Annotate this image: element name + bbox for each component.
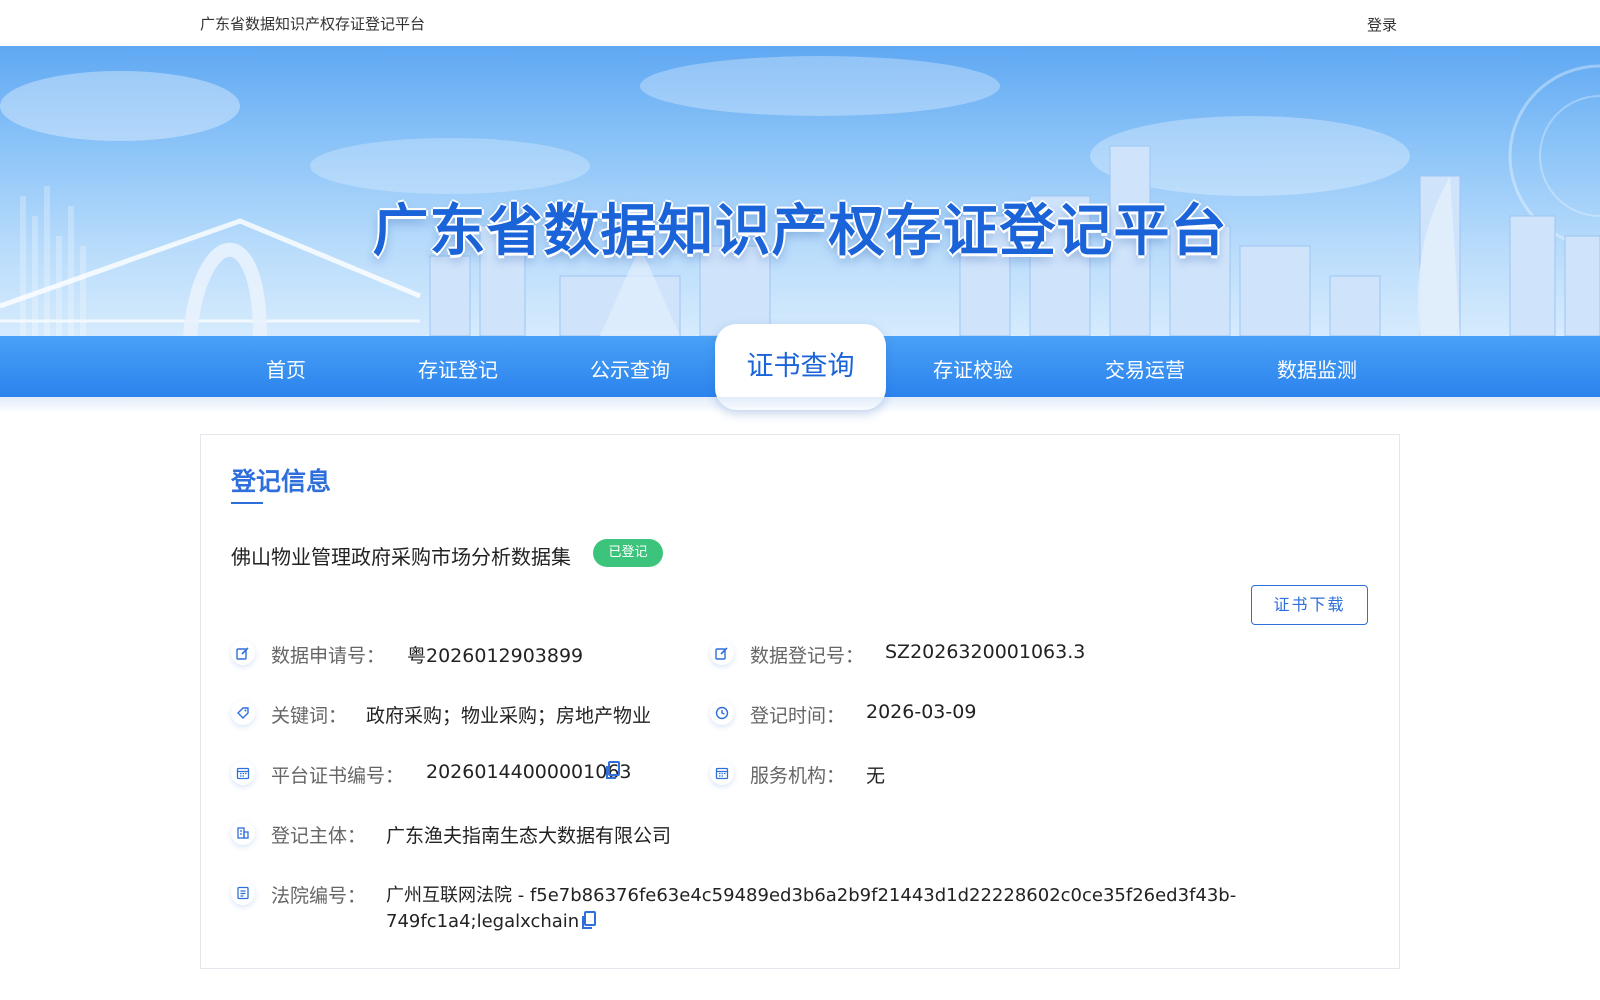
- service-org-label: 服务机构：: [750, 765, 846, 787]
- nav-item-public-query[interactable]: 公示查询: [560, 354, 700, 383]
- register-no-value: SZ2026320001063.3: [885, 641, 1086, 663]
- banner: 广东省数据知识产权存证登记平台: [0, 46, 1600, 336]
- nav-item-register[interactable]: 存证登记: [388, 354, 528, 383]
- dataset-name: 佛山物业管理政府采购市场分析数据集: [231, 545, 571, 569]
- calendar-icon: [710, 761, 734, 785]
- banner-title: 广东省数据知识产权存证登记平台: [372, 199, 1228, 264]
- copy-icon[interactable]: [581, 911, 597, 930]
- building-icon: [231, 821, 255, 845]
- section-title: 登记信息: [231, 467, 332, 496]
- cert-no-label: 平台证书编号：: [271, 765, 405, 787]
- clock-icon: [710, 701, 734, 725]
- nav-item-home[interactable]: 首页: [216, 354, 356, 383]
- service-org-value: 无: [866, 765, 886, 787]
- document-icon: [231, 881, 255, 905]
- court-no-label: 法院编号：: [271, 885, 367, 907]
- apply-no-value: 粤2026012903899: [407, 645, 584, 667]
- section-underline: [231, 502, 263, 504]
- nav-item-trade[interactable]: 交易运营: [1075, 354, 1215, 383]
- registration-info-card: 登记信息 佛山物业管理政府采购市场分析数据集 已登记 证书下载 数据申请号： 粤…: [200, 434, 1400, 969]
- register-no-label: 数据登记号：: [750, 645, 865, 667]
- top-bar: 广东省数据知识产权存证登记平台 登录: [0, 0, 1600, 46]
- nav-item-verify[interactable]: 存证校验: [903, 354, 1043, 383]
- nav-shadow: [0, 397, 1600, 413]
- status-badge: 已登记: [593, 539, 663, 567]
- apply-no-label: 数据申请号：: [271, 645, 386, 667]
- calendar-icon: [231, 761, 255, 785]
- court-no-line-1: 广州互联网法院 - f5e7b86376fe63e4c59489ed3b6a2b…: [386, 885, 1237, 906]
- download-certificate-button[interactable]: 证书下载: [1251, 585, 1368, 625]
- register-time-label: 登记时间：: [750, 705, 846, 727]
- subject-value: 广东渔夫指南生态大数据有限公司: [386, 825, 672, 847]
- edit-icon: [710, 641, 734, 665]
- nav-item-monitor[interactable]: 数据监测: [1247, 354, 1387, 383]
- keywords-label: 关键词：: [271, 705, 348, 727]
- copy-icon[interactable]: [605, 761, 621, 780]
- subject-label: 登记主体：: [271, 825, 367, 847]
- edit-icon: [231, 641, 255, 665]
- keywords-value: 政府采购；物业采购；房地产物业: [366, 705, 652, 727]
- register-time-value: 2026-03-09: [866, 701, 977, 723]
- site-title: 广东省数据知识产权存证登记平台: [200, 15, 426, 33]
- cert-no-value: 20260144000001063: [426, 761, 632, 783]
- main-nav: 首页 存证登记 公示查询 证书查询 存证校验 交易运营 数据监测: [0, 324, 1600, 410]
- court-no-line-2: 749fc1a4;legalxchain: [386, 911, 580, 932]
- tag-icon: [231, 701, 255, 725]
- login-link[interactable]: 登录: [1367, 14, 1397, 35]
